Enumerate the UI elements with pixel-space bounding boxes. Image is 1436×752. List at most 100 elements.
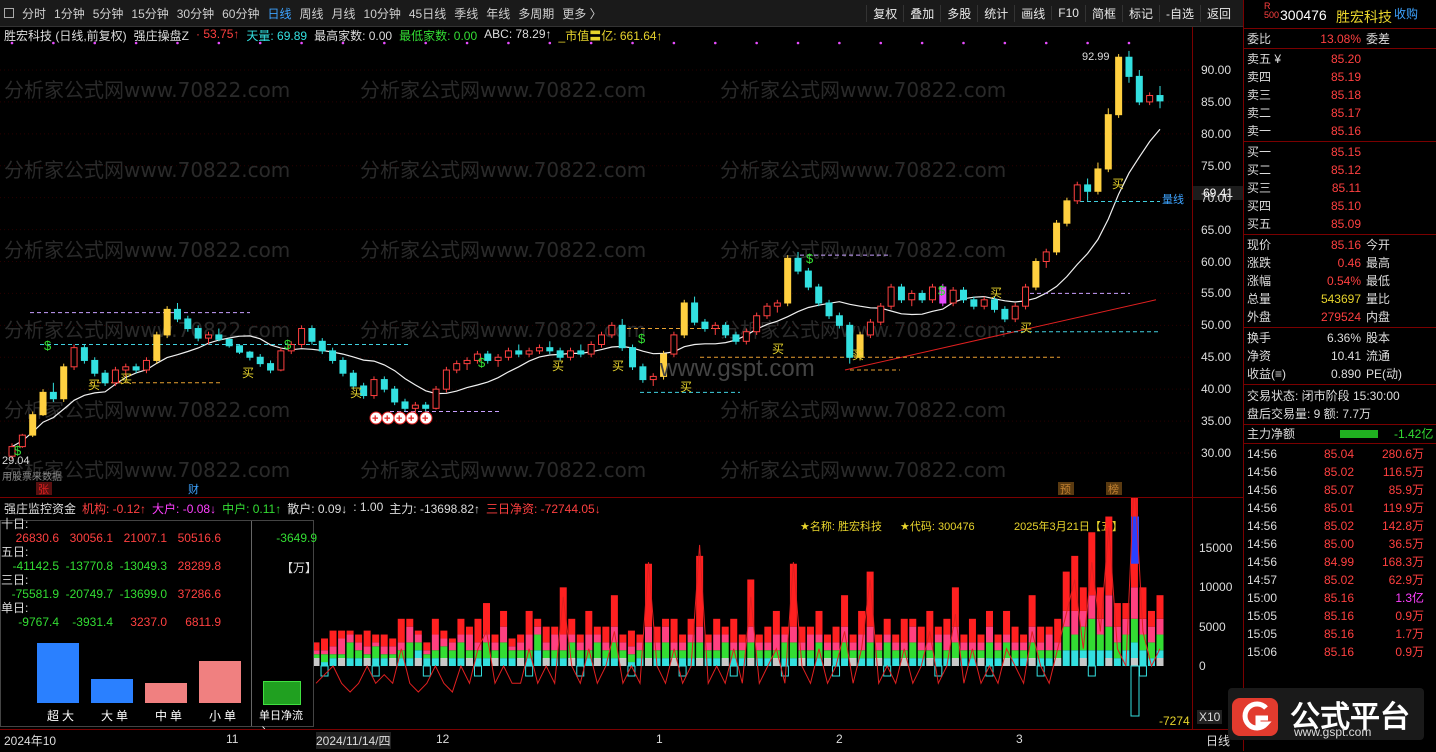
flow-bar-segment (772, 610, 780, 635)
webi-label2: 委差 (1366, 32, 1391, 46)
candle-body (535, 347, 543, 352)
candle-body (608, 324, 616, 336)
quote-divider (1244, 141, 1436, 142)
flow-bar-segment (568, 634, 576, 643)
candle-body (794, 257, 802, 272)
candle-body (1115, 56, 1123, 116)
bid-row: 买二 85.12 (1244, 161, 1436, 179)
quote-divider (1244, 443, 1436, 444)
tool-button[interactable]: 多股 (940, 4, 977, 22)
tool-button[interactable]: 复权 (866, 4, 903, 22)
tool-button[interactable]: 简框 (1084, 4, 1122, 22)
candle-body (194, 328, 202, 339)
tick-volume: 116.5万 (1382, 465, 1424, 479)
candle-body (556, 350, 564, 358)
period-tab[interactable]: 15分钟 (131, 5, 168, 22)
kline-canvas[interactable]: 分析家公式网www.70822.com 分析家公式网www.70822.com 分析… (0, 27, 1192, 497)
flow-bar-segment (1113, 658, 1121, 666)
tool-button[interactable]: -自选 (1158, 4, 1200, 22)
flow-bar-segment (849, 634, 857, 643)
signal-dot (962, 41, 965, 45)
signal-dot (258, 41, 262, 45)
after-hours: 盘后交易量: 9 额: 7.7万 (1247, 407, 1372, 421)
chart-tools: 复权 叠加 多股 统计 画线 F10 简框 标记 -自选 返回 (866, 0, 1237, 26)
period-tab[interactable]: 30分钟 (177, 5, 214, 22)
flow-bar-segment (414, 630, 422, 635)
flow-bar-segment (483, 603, 491, 635)
flow-net-cell: -3649.9 (276, 531, 317, 545)
period-tab[interactable]: 多周期 (518, 5, 554, 22)
period-tab[interactable]: 45日线 (409, 5, 446, 22)
tool-button[interactable]: 叠加 (903, 4, 940, 22)
tick-price: 85.16 (1323, 591, 1354, 605)
logo-url: www.gspt.com (1294, 725, 1372, 739)
ask-row-value: 85.17 (1330, 106, 1361, 120)
flow-bar-segment (644, 626, 652, 643)
kline-chart[interactable]: 胜宏科技 (日线,前复权) 强庄操盘Z · 53.75↑ 天量: 69.89 最高家数:… (0, 27, 1243, 497)
period-tab[interactable]: 月线 (332, 5, 356, 22)
flow-bar-segment (1011, 626, 1019, 643)
flow-bar-segment (491, 642, 499, 651)
candle-body (722, 324, 730, 336)
period-tab[interactable]: 季线 (454, 5, 478, 22)
period-tab[interactable]: 日线 (267, 5, 291, 22)
flow-row-label: 三日: (1, 573, 29, 587)
flow-bar-segment (542, 626, 550, 643)
flow-bar-segment (892, 642, 900, 651)
tick-row: 14:56 84.99 168.3万 (1244, 553, 1436, 571)
period-tab[interactable]: 10分钟 (364, 5, 401, 22)
tool-button[interactable]: 统计 (977, 4, 1014, 22)
watermark-text: 分析家公式网www.70822.com (720, 398, 1006, 422)
candle-body (267, 363, 275, 371)
candle-body (173, 308, 181, 320)
data-source-note: 用股票来数据 (2, 470, 62, 483)
window-menu-icon[interactable] (4, 8, 14, 18)
tick-time: 15:00 (1247, 591, 1278, 605)
period-tab[interactable]: 分时 (22, 5, 46, 22)
flow-bar-segment (329, 630, 337, 647)
period-tab[interactable]: 5分钟 (93, 5, 124, 22)
flow-bar-segment (372, 642, 380, 647)
tool-button[interactable]: 画线 (1014, 4, 1051, 22)
flow-bar-segment (465, 634, 473, 651)
ask-row: 卖五 ¥ 85.20 (1244, 50, 1436, 68)
flow-bar-segment (849, 642, 857, 651)
bid-row-label: 买三 (1247, 181, 1272, 195)
tick-time: 15:05 (1247, 609, 1278, 623)
tool-button[interactable]: 返回 (1199, 4, 1237, 22)
flow-bar-segment (508, 646, 516, 651)
candle-body (773, 302, 781, 307)
flow-bar-base (542, 658, 550, 666)
flow-bar-segment (559, 658, 567, 666)
favorite-button[interactable]: 收购 (1394, 5, 1418, 22)
signal-dot (1003, 41, 1007, 45)
tool-button[interactable]: 标记 (1121, 4, 1159, 22)
tool-button[interactable]: F10 (1051, 6, 1085, 20)
period-tab[interactable]: 周线 (299, 5, 323, 22)
flow-bar-segment (559, 634, 567, 651)
flow-bar-segment (542, 642, 550, 651)
trade-state: 交易状态: 闭市阶段 15:30:00 (1247, 389, 1400, 403)
period-tab[interactable]: 更多 〉 (562, 5, 601, 22)
period-tab[interactable]: 60分钟 (222, 5, 259, 22)
flow-bar-segment (909, 626, 917, 643)
low-label: 29.04 (2, 455, 30, 467)
candle-body (246, 351, 254, 358)
dollar-marker: $ (638, 331, 646, 346)
signal-dot (672, 41, 676, 45)
period-tab[interactable]: 年线 (486, 5, 510, 22)
gspt-logo: 公式平台 www.gspt.com (1228, 688, 1424, 740)
candle-body (711, 324, 719, 330)
plus-glyph: + (422, 413, 428, 425)
flow-bar-segment (866, 626, 874, 643)
candle-body (1001, 308, 1009, 320)
flow-negative-bar (729, 665, 738, 677)
flow-bar-segment (355, 658, 363, 666)
flow-bar-segment (363, 646, 371, 655)
flow-bar-segment (610, 595, 618, 627)
period-tab[interactable]: 1分钟 (54, 5, 85, 22)
flow-table-row: 单日: -9767.4 -3931.4 3237.0 6811.9 (1, 601, 313, 629)
flow-bar-segment (934, 658, 942, 666)
signal-dot (1044, 41, 1048, 45)
flow-bar-segment (1130, 587, 1138, 619)
